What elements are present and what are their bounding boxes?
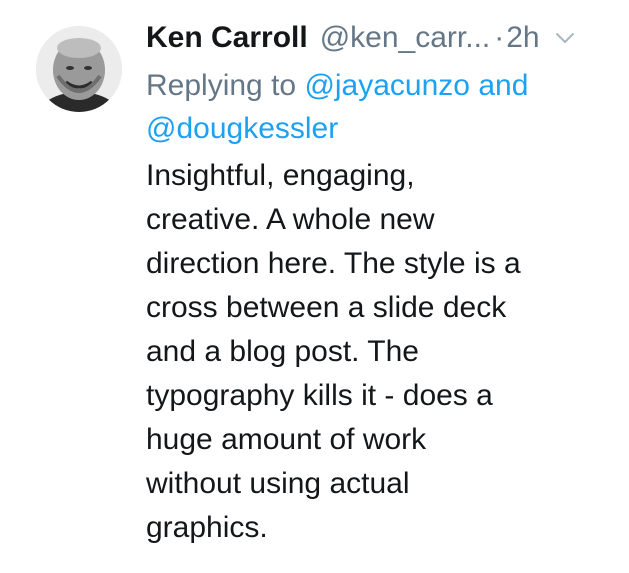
tweet-text-line: without using actual <box>146 467 410 500</box>
author-handle[interactable]: @ken_carr... <box>320 21 491 55</box>
tweet-text-line: direction here. The style is a <box>146 247 521 280</box>
tweet-text-line: typography kills it - does a <box>146 379 493 412</box>
tweet-header: Ken Carroll @ken_carr... · 2h <box>146 12 616 64</box>
avatar[interactable] <box>36 26 122 112</box>
tweet[interactable]: Ken Carroll @ken_carr... · 2h Replying t… <box>0 0 629 573</box>
tweet-text-line: graphics. <box>146 511 268 544</box>
timestamp[interactable]: 2h <box>506 21 539 55</box>
mention-dougkessler[interactable]: @dougkessler <box>146 112 338 145</box>
tweet-text-line: huge amount of work <box>146 423 427 456</box>
avatar-photo <box>36 26 122 112</box>
tweet-text: Insightful, engaging, creative. A whole … <box>146 154 606 550</box>
tweet-text-line: and a blog post. The <box>146 335 419 368</box>
author-name[interactable]: Ken Carroll <box>146 21 308 55</box>
mention-jayacunzo[interactable]: @jayacunzo <box>304 69 470 102</box>
tweet-text-line: creative. A whole new <box>146 203 435 236</box>
tweet-content: Ken Carroll @ken_carr... · 2h Replying t… <box>146 12 616 550</box>
replying-prefix: Replying to <box>146 69 297 102</box>
separator-dot: · <box>494 21 505 54</box>
replying-to: Replying to @jayacunzo and @dougkessler <box>146 64 616 150</box>
tweet-text-line: Insightful, engaging, <box>146 159 415 192</box>
chevron-down-icon[interactable] <box>554 27 576 49</box>
replying-and: and <box>478 69 529 102</box>
tweet-text-line: cross between a slide deck <box>146 291 507 324</box>
